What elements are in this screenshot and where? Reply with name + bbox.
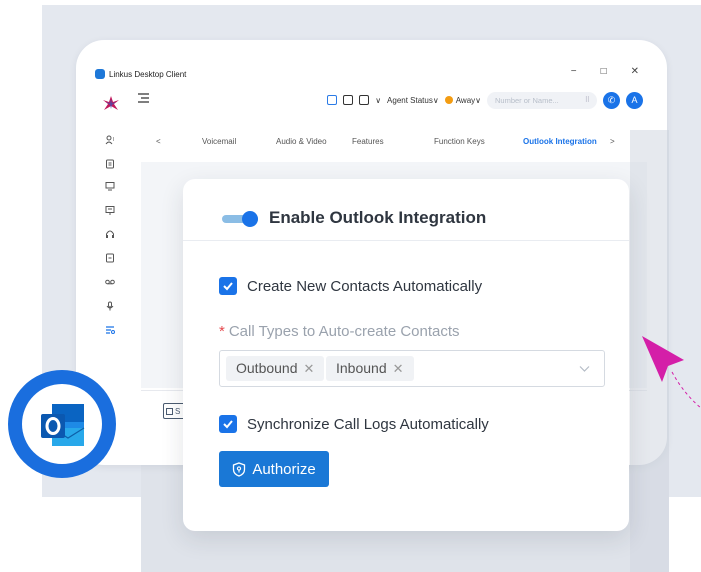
chevron-down-icon[interactable] (579, 363, 590, 374)
tab-outlook-integration[interactable]: Outlook Integration (523, 137, 597, 146)
sync-logs-row: Synchronize Call Logs Automatically (219, 415, 489, 433)
close-button[interactable]: ✕ (631, 66, 639, 77)
voicemail-icon[interactable] (105, 274, 115, 285)
save-icon (166, 407, 173, 415)
chevron-down-icon[interactable]: ∨ (375, 96, 381, 105)
avatar[interactable]: A (626, 91, 643, 109)
linkus-logo-icon (103, 96, 119, 110)
outlook-badge-inner (22, 384, 102, 464)
contacts-icon[interactable] (105, 132, 115, 145)
agent-status-dropdown[interactable]: Agent Status∨ (387, 96, 439, 105)
report-icon[interactable] (105, 250, 115, 263)
save-button[interactable]: S (163, 403, 185, 419)
id-card-icon[interactable] (343, 95, 354, 105)
headset-icon[interactable] (105, 226, 115, 238)
tab-scroll-left-icon[interactable]: < (156, 137, 161, 146)
tab-audio-video[interactable]: Audio & Video (276, 137, 327, 146)
authorize-label: Authorize (252, 460, 316, 478)
call-log-icon[interactable] (105, 156, 115, 169)
outlook-icon (41, 404, 85, 446)
call-types-label: * Call Types to Auto-create Contacts (219, 323, 460, 340)
chip-outbound: Outbound ✕ (226, 356, 325, 381)
chip-label: Inbound (336, 360, 387, 376)
check-icon (223, 420, 233, 429)
remove-chip-icon[interactable]: ✕ (304, 361, 315, 376)
tab-function-keys[interactable]: Function Keys (434, 137, 485, 146)
required-mark: * (219, 323, 225, 340)
authorize-button[interactable]: Authorize (219, 451, 329, 487)
screen-icon[interactable] (359, 95, 370, 105)
save-label: S (175, 406, 181, 416)
remove-chip-icon[interactable]: ✕ (393, 361, 404, 376)
card-header: Enable Outlook Integration (183, 179, 629, 241)
search-placeholder: Number or Name... (495, 95, 559, 105)
monitor-icon[interactable] (105, 178, 115, 191)
search-input[interactable]: Number or Name... ⠿ (487, 91, 597, 109)
recording-icon[interactable] (105, 298, 115, 311)
toolbar-right: ∨ Agent Status∨ Away∨ Number or Name... … (327, 90, 643, 110)
sidebar (94, 90, 122, 370)
create-contacts-checkbox[interactable] (219, 277, 237, 295)
pointer-arrow-icon (642, 336, 701, 409)
maximize-button[interactable]: □ (601, 66, 607, 77)
call-types-select[interactable]: Outbound ✕ Inbound ✕ (219, 350, 605, 387)
outlook-logo-badge (8, 370, 116, 478)
window-title: Linkus Desktop Client (109, 69, 187, 79)
create-contacts-row: Create New Contacts Automatically (219, 277, 482, 295)
shield-icon (233, 461, 246, 477)
window-controls: − □ ✕ (571, 66, 639, 77)
sync-logs-checkbox[interactable] (219, 415, 237, 433)
create-contacts-label: Create New Contacts Automatically (247, 277, 483, 295)
chip-inbound: Inbound ✕ (326, 356, 414, 381)
toggle-knob (242, 211, 258, 227)
enable-outlook-toggle[interactable] (222, 211, 258, 227)
qr-code-icon[interactable] (327, 95, 338, 105)
card-title: Enable Outlook Integration (269, 208, 487, 227)
menu-icon[interactable] (138, 93, 149, 103)
call-types-text: Call Types to Auto-create Contacts (228, 323, 460, 340)
settings-list-icon[interactable] (105, 322, 115, 334)
away-status-icon (444, 96, 453, 105)
minimize-button[interactable]: − (571, 66, 577, 77)
stage: Linkus Desktop Client − □ ✕ ∨ Agent Stat… (0, 0, 701, 572)
title-bar: Linkus Desktop Client (95, 67, 186, 81)
chip-label: Outbound (236, 360, 298, 376)
app-icon (95, 69, 105, 79)
tab-scroll-right-icon[interactable]: > (610, 137, 615, 146)
call-button[interactable]: ✆ (603, 91, 620, 109)
toolbar: ∨ Agent Status∨ Away∨ Number or Name... … (138, 90, 643, 110)
dialpad-icon[interactable]: ⠿ (585, 96, 590, 104)
presence-dropdown[interactable]: Away∨ (444, 96, 481, 105)
sync-logs-label: Synchronize Call Logs Automatically (247, 415, 489, 433)
check-icon (223, 282, 233, 291)
queue-icon[interactable] (105, 202, 115, 215)
settings-tabs: < Voicemail Audio & Video Features Funct… (156, 133, 626, 153)
outlook-settings-card: Enable Outlook Integration Create New Co… (183, 179, 629, 531)
tab-features[interactable]: Features (352, 137, 384, 146)
tab-voicemail[interactable]: Voicemail (202, 137, 236, 146)
